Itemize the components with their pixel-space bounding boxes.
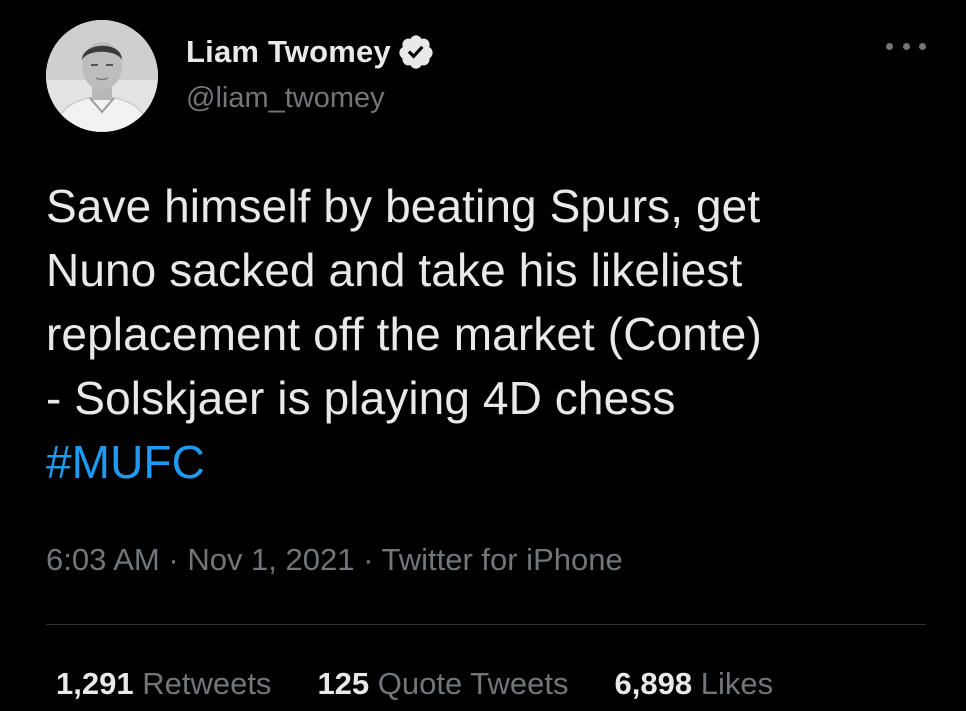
meta-separator: · (159, 542, 188, 577)
hashtag-link[interactable]: #MUFC (46, 430, 936, 494)
quote-tweets-label: Quote Tweets (377, 666, 569, 701)
author-row: Liam Twomey (186, 30, 435, 74)
divider (46, 624, 926, 625)
retweets-label: Retweets (142, 666, 272, 701)
tweet-card: Liam Twomey @liam_twomey Save himself by… (0, 0, 966, 711)
tweet-time[interactable]: 6:03 AM (46, 542, 160, 577)
quote-tweets-count: 125 (317, 666, 370, 701)
more-dot (902, 42, 910, 50)
tweet-date[interactable]: Nov 1, 2021 (187, 542, 354, 577)
more-dot (919, 42, 926, 50)
retweets-count: 1,291 (56, 666, 134, 701)
avatar-photo (46, 20, 158, 132)
more-options-icon[interactable] (886, 36, 926, 56)
likes-stat[interactable]: 6,898 Likes (615, 666, 774, 702)
retweets-stat[interactable]: 1,291 Retweets (56, 666, 271, 702)
avatar[interactable] (46, 20, 158, 132)
tweet-text: Save himself by beating Spurs, get Nuno … (46, 174, 936, 494)
tweet-line: replacement off the market (Conte) (46, 308, 762, 360)
verified-badge-icon (397, 33, 435, 71)
display-name[interactable]: Liam Twomey (186, 34, 391, 70)
more-dot (886, 42, 893, 50)
engagement-stats: 1,291 Retweets 125 Quote Tweets 6,898 Li… (56, 666, 773, 702)
likes-label: Likes (700, 666, 774, 701)
tweet-line: Nuno sacked and take his likeliest (46, 244, 743, 296)
handle[interactable]: @liam_twomey (186, 82, 385, 115)
tweet-line: Save himself by beating Spurs, get (46, 180, 761, 232)
tweet-metadata: 6:03 AM · Nov 1, 2021 · Twitter for iPho… (46, 542, 623, 578)
quote-tweets-stat[interactable]: 125 Quote Tweets (317, 666, 568, 702)
likes-count: 6,898 (614, 666, 693, 701)
tweet-source[interactable]: Twitter for iPhone (381, 542, 622, 577)
tweet-line: - Solskjaer is playing 4D chess (46, 372, 676, 424)
meta-separator: · (354, 542, 382, 577)
